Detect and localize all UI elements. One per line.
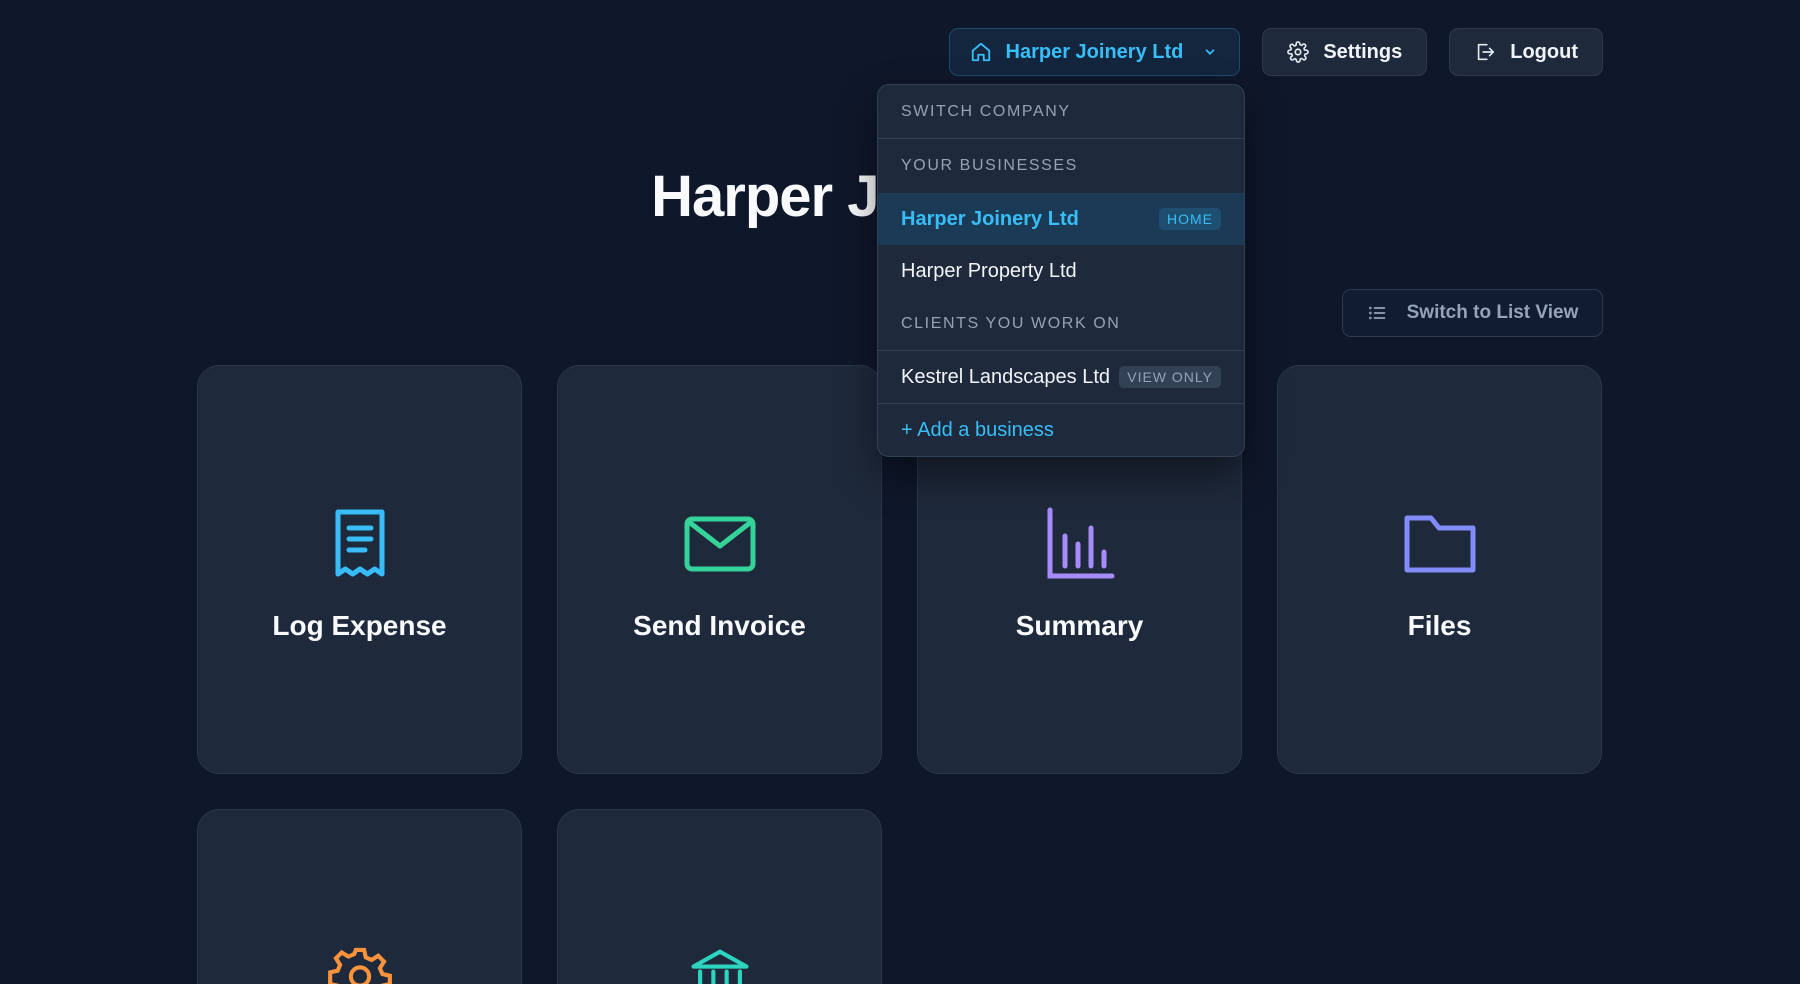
gear-icon: [1287, 41, 1310, 63]
business-item-harper-property[interactable]: Harper Property Ltd: [878, 245, 1244, 297]
view-only-badge: VIEW ONLY: [1119, 366, 1221, 388]
settings-card[interactable]: [197, 809, 522, 984]
client-item-kestrel-landscapes[interactable]: Kestrel Landscapes Ltd VIEW ONLY: [878, 351, 1244, 403]
add-business-link[interactable]: + Add a business: [878, 404, 1244, 456]
business-item-harper-joinery[interactable]: Harper Joinery Ltd HOME: [878, 193, 1244, 245]
company-switcher-dropdown: SWITCH COMPANY YOUR BUSINESSES Harper Jo…: [877, 84, 1245, 457]
clients-heading: CLIENTS YOU WORK ON: [878, 297, 1244, 351]
logout-button[interactable]: Logout: [1449, 28, 1603, 76]
chevron-down-icon: [1205, 49, 1215, 55]
send-invoice-card[interactable]: Send Invoice: [557, 365, 882, 774]
home-badge: HOME: [1159, 208, 1221, 230]
list-icon: [1368, 306, 1385, 320]
bank-card[interactable]: [557, 809, 882, 984]
files-card[interactable]: Files: [1277, 365, 1602, 774]
switch-to-list-view-label: Switch to List View: [1406, 302, 1579, 323]
files-label: Files: [1407, 610, 1472, 641]
log-expense-card[interactable]: Log Expense: [197, 365, 522, 774]
home-icon: [971, 42, 990, 62]
switch-to-list-view-button[interactable]: Switch to List View: [1342, 289, 1603, 337]
dropdown-header: SWITCH COMPANY: [878, 85, 1244, 139]
summary-label: Summary: [1015, 610, 1144, 641]
envelope-icon: [684, 516, 755, 572]
your-businesses-heading: YOUR BUSINESSES: [901, 157, 1078, 174]
log-expense-label: Log Expense: [272, 610, 447, 641]
folder-icon: [1404, 515, 1475, 573]
bar-chart-icon: [1047, 507, 1114, 579]
top-bar: Harper Joinery Ltd Settings Logout: [948, 28, 1603, 76]
company-switcher-label: Harper Joinery Ltd: [1005, 40, 1184, 63]
logout-label: Logout: [1510, 40, 1578, 63]
dashboard-page: Harper Joinery Ltd Settings Logout Harpe…: [0, 0, 1800, 984]
settings-label: Settings: [1323, 40, 1403, 63]
send-invoice-label: Send Invoice: [633, 610, 806, 641]
bank-icon: [690, 949, 749, 984]
receipt-icon: [335, 509, 384, 577]
gear-icon: [327, 947, 392, 984]
business-name: Harper Property Ltd: [901, 259, 1077, 282]
company-switcher-button[interactable]: Harper Joinery Ltd: [948, 28, 1241, 76]
settings-button[interactable]: Settings: [1262, 28, 1428, 76]
client-name: Kestrel Landscapes Ltd: [901, 365, 1111, 388]
business-name: Harper Joinery Ltd: [901, 207, 1079, 230]
logout-icon: [1478, 43, 1495, 61]
